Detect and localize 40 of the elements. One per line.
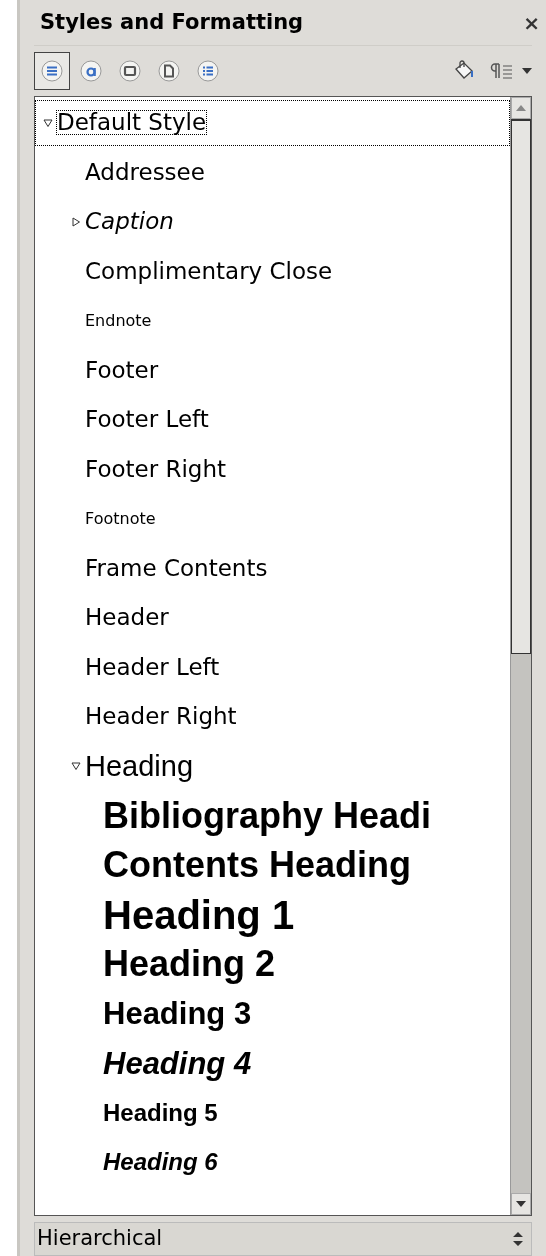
style-item[interactable]: Default Style	[57, 111, 207, 135]
style-item[interactable]: Footer Left	[85, 408, 209, 432]
style-item[interactable]: Addressee	[85, 160, 205, 184]
spinner-arrows-icon[interactable]	[511, 1229, 525, 1249]
style-item[interactable]: Header Right	[85, 705, 237, 729]
dropdown-caret-icon[interactable]	[522, 68, 532, 74]
style-item[interactable]: Heading 5	[103, 1100, 218, 1125]
letter-a-icon	[80, 60, 102, 82]
style-item[interactable]: Header	[85, 606, 169, 630]
style-item[interactable]: Heading 2	[103, 946, 276, 983]
style-item[interactable]: Heading 6	[103, 1150, 218, 1175]
page-icon	[158, 60, 180, 82]
style-family-button[interactable]	[34, 52, 70, 90]
style-item[interactable]: Footer Right	[85, 457, 227, 481]
close-button[interactable]: ×	[523, 7, 540, 38]
style-item[interactable]: Caption	[85, 210, 174, 234]
style-item[interactable]: Footnote	[85, 510, 156, 527]
style-item[interactable]: Heading 3	[103, 998, 252, 1030]
down-arrow-icon[interactable]	[516, 1201, 526, 1207]
expanded-triangle-icon[interactable]	[43, 117, 53, 128]
expanded-triangle-icon[interactable]	[71, 761, 81, 772]
frame-icon	[119, 60, 141, 82]
style-item[interactable]: Endnote	[85, 312, 152, 329]
style-item[interactable]: Heading 4	[103, 1047, 252, 1079]
style-item[interactable]: Header Left	[85, 655, 220, 679]
style-item[interactable]: Contents Heading	[103, 847, 411, 884]
scrollbar[interactable]	[510, 97, 531, 1215]
style-item[interactable]: Bibliography Headi	[103, 797, 432, 834]
style-item[interactable]: Frame Contents	[85, 556, 268, 580]
panel-title: Styles and Formatting	[39, 8, 304, 36]
style-item[interactable]: Heading	[85, 751, 194, 781]
filter-select[interactable]: Hierarchical	[34, 1222, 532, 1256]
style-item[interactable]: Footer	[85, 358, 159, 382]
collapsed-triangle-icon[interactable]	[71, 216, 81, 227]
style-item[interactable]: Complimentary Close	[85, 259, 333, 283]
up-arrow-icon[interactable]	[516, 105, 526, 111]
list-icon	[197, 60, 219, 82]
style-item[interactable]: Heading 1	[103, 894, 295, 935]
paragraph-style-icon[interactable]	[490, 61, 514, 81]
paragraph-lines-icon	[41, 60, 63, 82]
